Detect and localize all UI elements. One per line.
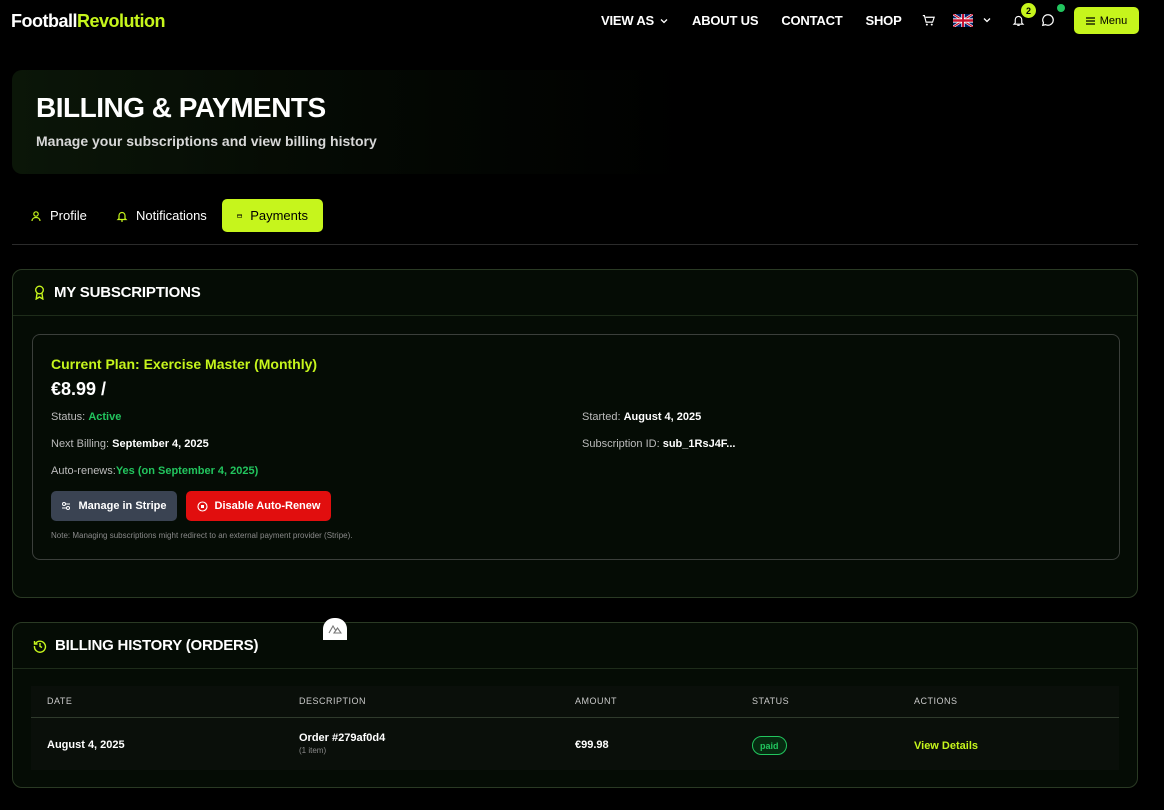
started-info: Started: August 4, 2025: [582, 411, 701, 423]
top-navbar: FootballRevolution VIEW AS ABOUT US CONT…: [0, 0, 1164, 42]
orders-table-header: DATE DESCRIPTION AMOUNT STATUS ACTIONS: [31, 686, 1119, 718]
subscriptions-card-header: MY SUBSCRIPTIONS: [13, 270, 1137, 316]
hamburger-icon: [1085, 16, 1095, 25]
brand-logo-left: Football: [11, 11, 78, 31]
tab-notifications[interactable]: Notifications: [101, 199, 222, 232]
brand-logo[interactable]: FootballRevolution: [11, 11, 166, 32]
status-label: Status:: [51, 411, 86, 423]
notification-count-badge: 2: [1021, 3, 1036, 18]
credit-card-icon: [237, 213, 243, 218]
view-details-link[interactable]: View Details: [914, 740, 978, 752]
manage-in-stripe-label: Manage in Stripe: [78, 500, 167, 512]
page-title: BILLING & PAYMENTS: [36, 92, 326, 123]
history-icon: [33, 640, 47, 653]
nav-contact[interactable]: CONTACT: [781, 13, 842, 28]
billing-history-card-header: BILLING HISTORY (ORDERS): [13, 623, 1137, 669]
stop-circle-icon: [196, 500, 208, 512]
order-item-count: (1 item): [299, 746, 327, 755]
nav-links: VIEW AS ABOUT US CONTACT SHOP: [601, 13, 925, 28]
column-header-amount: AMOUNT: [575, 696, 617, 706]
nav-view-as-label: VIEW AS: [601, 13, 655, 28]
plan-title: Current Plan: Exercise Master (Monthly): [51, 356, 318, 372]
order-amount: €99.98: [575, 739, 609, 751]
user-icon: [31, 210, 41, 221]
subscriptions-card: MY SUBSCRIPTIONS Current Plan: Exercise …: [12, 269, 1138, 598]
column-header-status: STATUS: [752, 696, 790, 706]
subscription-id-value: sub_1RsJ4F...: [662, 438, 736, 450]
chevron-down-icon: [660, 18, 668, 23]
menu-button[interactable]: Menu: [1074, 7, 1139, 34]
auto-renew-value: Yes (on September 4, 2025): [115, 465, 259, 477]
column-header-actions: ACTIONS: [914, 696, 958, 706]
tab-notifications-label: Notifications: [136, 208, 207, 223]
cart-icon[interactable]: [920, 12, 936, 28]
tab-payments[interactable]: Payments: [222, 199, 323, 232]
orders-table: DATE DESCRIPTION AMOUNT STATUS ACTIONS A…: [31, 686, 1119, 770]
online-status-dot: [1057, 4, 1065, 12]
next-billing-value: September 4, 2025: [112, 438, 209, 450]
current-plan-card: Current Plan: Exercise Master (Monthly) …: [32, 334, 1120, 560]
disable-auto-renew-button[interactable]: Disable Auto-Renew: [186, 491, 331, 521]
nav-shop-label: SHOP: [865, 13, 902, 28]
award-icon: [35, 285, 44, 300]
status-badge: paid: [752, 736, 787, 755]
started-label: Started:: [582, 411, 621, 423]
nav-view-as[interactable]: VIEW AS: [601, 13, 669, 28]
external-link-icon: [62, 502, 71, 510]
manage-in-stripe-button[interactable]: Manage in Stripe: [51, 491, 177, 521]
next-billing-label: Next Billing:: [51, 438, 110, 450]
next-billing-info: Next Billing: September 4, 2025: [51, 438, 209, 450]
chat-icon[interactable]: [1040, 12, 1056, 28]
auto-renew-label: Auto-renews:: [51, 465, 116, 477]
bell-icon: [116, 211, 128, 222]
tab-profile[interactable]: Profile: [15, 199, 102, 232]
subscription-id-info: Subscription ID: sub_1RsJ4F...: [582, 438, 735, 450]
plan-price: €8.99 /: [51, 379, 107, 399]
status-info: Status: Active: [51, 411, 121, 423]
tab-payments-label: Payments: [250, 208, 308, 223]
devtools-toggle-icon[interactable]: [323, 618, 347, 640]
subscription-id-label: Subscription ID:: [582, 438, 660, 450]
auto-renew-info: Auto-renews:Yes (on September 4, 2025): [51, 465, 258, 477]
billing-history-card: BILLING HISTORY (ORDERS) DATE DESCRIPTIO…: [12, 622, 1138, 788]
settings-tabs: Profile Notifications Payments: [12, 199, 1138, 245]
order-description: Order #279af0d4: [299, 732, 386, 744]
order-date: August 4, 2025: [47, 739, 125, 751]
nav-about-us-label: ABOUT US: [692, 13, 759, 28]
stripe-redirect-note: Note: Managing subscriptions might redir…: [51, 531, 353, 540]
started-value: August 4, 2025: [623, 411, 702, 423]
column-header-date: DATE: [47, 696, 73, 706]
language-chevron-down-icon[interactable]: [979, 12, 995, 28]
nav-contact-label: CONTACT: [781, 13, 843, 28]
tab-profile-label: Profile: [50, 208, 87, 223]
menu-button-label: Menu: [1099, 14, 1128, 27]
status-value: Active: [88, 411, 122, 423]
column-header-description: DESCRIPTION: [299, 696, 367, 706]
nav-about-us[interactable]: ABOUT US: [692, 13, 758, 28]
page-header: BILLING & PAYMENTS Manage your subscript…: [12, 70, 692, 174]
page-subtitle: Manage your subscriptions and view billi…: [36, 133, 377, 149]
billing-history-title: BILLING HISTORY (ORDERS): [55, 637, 259, 654]
disable-auto-renew-label: Disable Auto-Renew: [214, 500, 321, 512]
uk-flag-icon[interactable]: [953, 14, 973, 27]
nav-shop[interactable]: SHOP: [866, 13, 902, 28]
subscriptions-title: MY SUBSCRIPTIONS: [54, 284, 201, 301]
brand-logo-right: Revolution: [77, 11, 166, 31]
